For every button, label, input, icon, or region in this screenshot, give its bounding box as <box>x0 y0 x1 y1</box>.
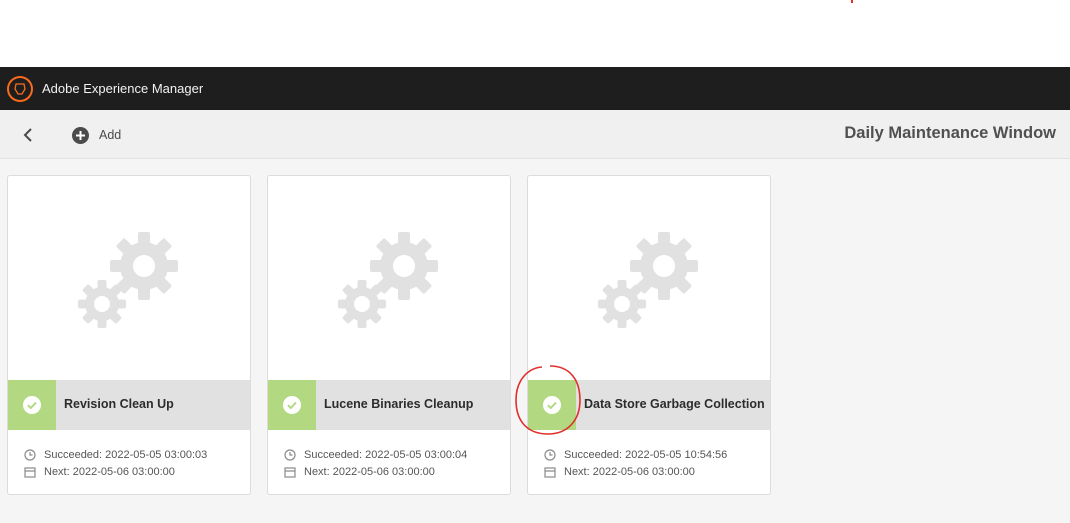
card-thumbnail <box>8 176 250 380</box>
succeeded-text: Succeeded: 2022-05-05 03:00:04 <box>304 449 468 461</box>
card-thumbnail <box>268 176 510 380</box>
add-circle-icon <box>72 126 89 144</box>
next-row: Next: 2022-05-06 03:00:00 <box>544 465 764 479</box>
status-badge <box>528 380 576 430</box>
succeeded-text: Succeeded: 2022-05-05 10:54:56 <box>564 449 728 461</box>
gears-icon <box>598 232 698 328</box>
next-text: Next: 2022-05-06 03:00:00 <box>304 466 435 478</box>
task-card-data-store-garbage-collection[interactable]: Data Store Garbage Collection Succeeded:… <box>527 175 771 495</box>
card-grid: Revision Clean Up Succeeded: 2022-05-05 … <box>0 159 1070 523</box>
gears-icon <box>78 232 178 328</box>
chevron-left-icon <box>23 128 32 142</box>
card-title: Lucene Binaries Cleanup <box>324 397 474 411</box>
status-badge <box>268 380 316 430</box>
next-row: Next: 2022-05-06 03:00:00 <box>284 465 504 479</box>
top-blank-area <box>0 0 1070 67</box>
action-bar: Add Daily Maintenance Window <box>0 110 1070 159</box>
check-circle-icon <box>283 396 301 414</box>
app-title[interactable]: Adobe Experience Manager <box>42 81 203 96</box>
clock-check-icon <box>24 449 36 461</box>
page-title: Daily Maintenance Window <box>844 124 1056 142</box>
card-title-bar: Lucene Binaries Cleanup <box>268 380 510 430</box>
check-circle-icon <box>23 396 41 414</box>
shell-header: Adobe Experience Manager <box>0 67 1070 110</box>
card-title: Data Store Garbage Collection <box>584 397 765 411</box>
succeeded-row: Succeeded: 2022-05-05 03:00:04 <box>284 448 504 462</box>
next-row: Next: 2022-05-06 03:00:00 <box>24 465 244 479</box>
next-text: Next: 2022-05-06 03:00:00 <box>44 466 175 478</box>
card-title-bar: Data Store Garbage Collection <box>528 380 770 430</box>
clock-check-icon <box>284 449 296 461</box>
task-card-revision-clean-up[interactable]: Revision Clean Up Succeeded: 2022-05-05 … <box>7 175 251 495</box>
card-title-bar: Revision Clean Up <box>8 380 250 430</box>
back-button[interactable] <box>18 125 38 145</box>
add-label: Add <box>99 128 122 142</box>
gears-icon <box>338 232 438 328</box>
card-thumbnail <box>528 176 770 380</box>
clock-check-icon <box>544 449 556 461</box>
next-text: Next: 2022-05-06 03:00:00 <box>564 466 695 478</box>
calendar-icon <box>24 467 36 478</box>
annotation-mark <box>851 0 853 3</box>
calendar-icon <box>544 467 556 478</box>
succeeded-row: Succeeded: 2022-05-05 03:00:03 <box>24 448 244 462</box>
check-circle-icon <box>543 396 561 414</box>
calendar-icon <box>284 467 296 478</box>
succeeded-row: Succeeded: 2022-05-05 10:54:56 <box>544 448 764 462</box>
status-badge <box>8 380 56 430</box>
succeeded-text: Succeeded: 2022-05-05 03:00:03 <box>44 449 208 461</box>
task-card-lucene-binaries-cleanup[interactable]: Lucene Binaries Cleanup Succeeded: 2022-… <box>267 175 511 495</box>
add-button[interactable]: Add <box>72 126 121 144</box>
card-title: Revision Clean Up <box>64 397 174 411</box>
adobe-logo-icon[interactable] <box>7 75 33 102</box>
